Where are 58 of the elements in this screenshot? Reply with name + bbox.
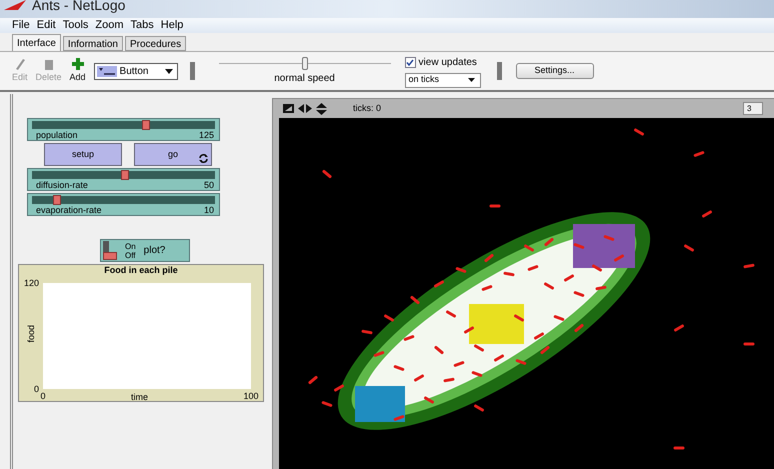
caret-icon (468, 78, 475, 82)
slider-label: population (36, 129, 78, 142)
menu-item[interactable]: File (12, 17, 30, 34)
toolbar-separator (496, 62, 502, 80)
model-button[interactable]: go (134, 143, 212, 166)
x-axis-label: time (131, 391, 148, 404)
slider-label: evaporation-rate (36, 204, 102, 217)
toolbar-button[interactable]: Add (70, 57, 86, 85)
speed-label: normal speed (274, 72, 335, 86)
slider[interactable]: diffusion-rate 50 (27, 168, 220, 191)
menu-item[interactable]: Tabs (130, 17, 154, 34)
x-tick-label: 100 (243, 390, 259, 403)
left-right-arrows-icon[interactable] (298, 104, 312, 113)
app-logo-icon (4, 0, 26, 10)
view-updates-checkbox[interactable] (404, 56, 416, 68)
slider[interactable]: evaporation-rate 10 (27, 193, 220, 216)
toolbar-separator (190, 62, 195, 80)
plus-icon (70, 57, 85, 72)
update-mode-dropdown[interactable]: on ticks (404, 72, 481, 88)
up-down-arrows-icon[interactable] (316, 102, 327, 114)
tab[interactable]: Interface (12, 34, 61, 51)
slider-thumb[interactable] (53, 195, 62, 205)
model-button[interactable]: setup (44, 143, 122, 166)
toggle-icon (283, 104, 294, 113)
tab[interactable]: Procedures (124, 36, 186, 51)
slider-value: 50 (204, 179, 214, 192)
y-tick-label: 0 (34, 384, 39, 394)
button-widget-icon (96, 66, 117, 76)
slider-value: 125 (198, 129, 214, 142)
settings-button[interactable]: Settings... (516, 63, 594, 79)
widget-type-value: Button (120, 64, 148, 78)
caret-icon (164, 68, 173, 74)
ticks-counter: ticks: 0 (353, 102, 382, 115)
menu-item[interactable]: Help (160, 17, 184, 34)
slider-thumb[interactable] (142, 120, 150, 130)
slider[interactable]: population 125 (27, 118, 220, 141)
y-axis-label: food (25, 324, 38, 343)
switch-off-label: Off (125, 250, 136, 260)
menu-item[interactable]: Tools (62, 17, 88, 34)
y-tick-label: 120 (24, 278, 39, 288)
slider-label: diffusion-rate (36, 179, 88, 192)
plot-title: Food in each pile (104, 265, 178, 276)
menu-item[interactable]: Edit (36, 17, 56, 34)
widget-type-dropdown[interactable]: Button (94, 62, 178, 80)
tab[interactable]: Information (62, 36, 123, 51)
x-tick-label: 0 (40, 390, 46, 403)
slider-thumb[interactable] (120, 170, 128, 180)
view-updates-label: view updates (418, 56, 477, 70)
window-title: Ants - NetLogo (32, 0, 126, 12)
update-mode-value: on ticks (408, 73, 440, 86)
slider-value: 10 (204, 204, 214, 217)
switch-on-label: On (125, 242, 136, 250)
menu-item[interactable]: Zoom (95, 17, 124, 34)
switch-label: plot? (144, 244, 166, 258)
speed-slider-thumb[interactable] (302, 56, 308, 70)
switch-thumb[interactable] (103, 252, 117, 260)
3d-button[interactable]: 3 (743, 102, 763, 115)
speed-slider[interactable] (218, 56, 391, 70)
